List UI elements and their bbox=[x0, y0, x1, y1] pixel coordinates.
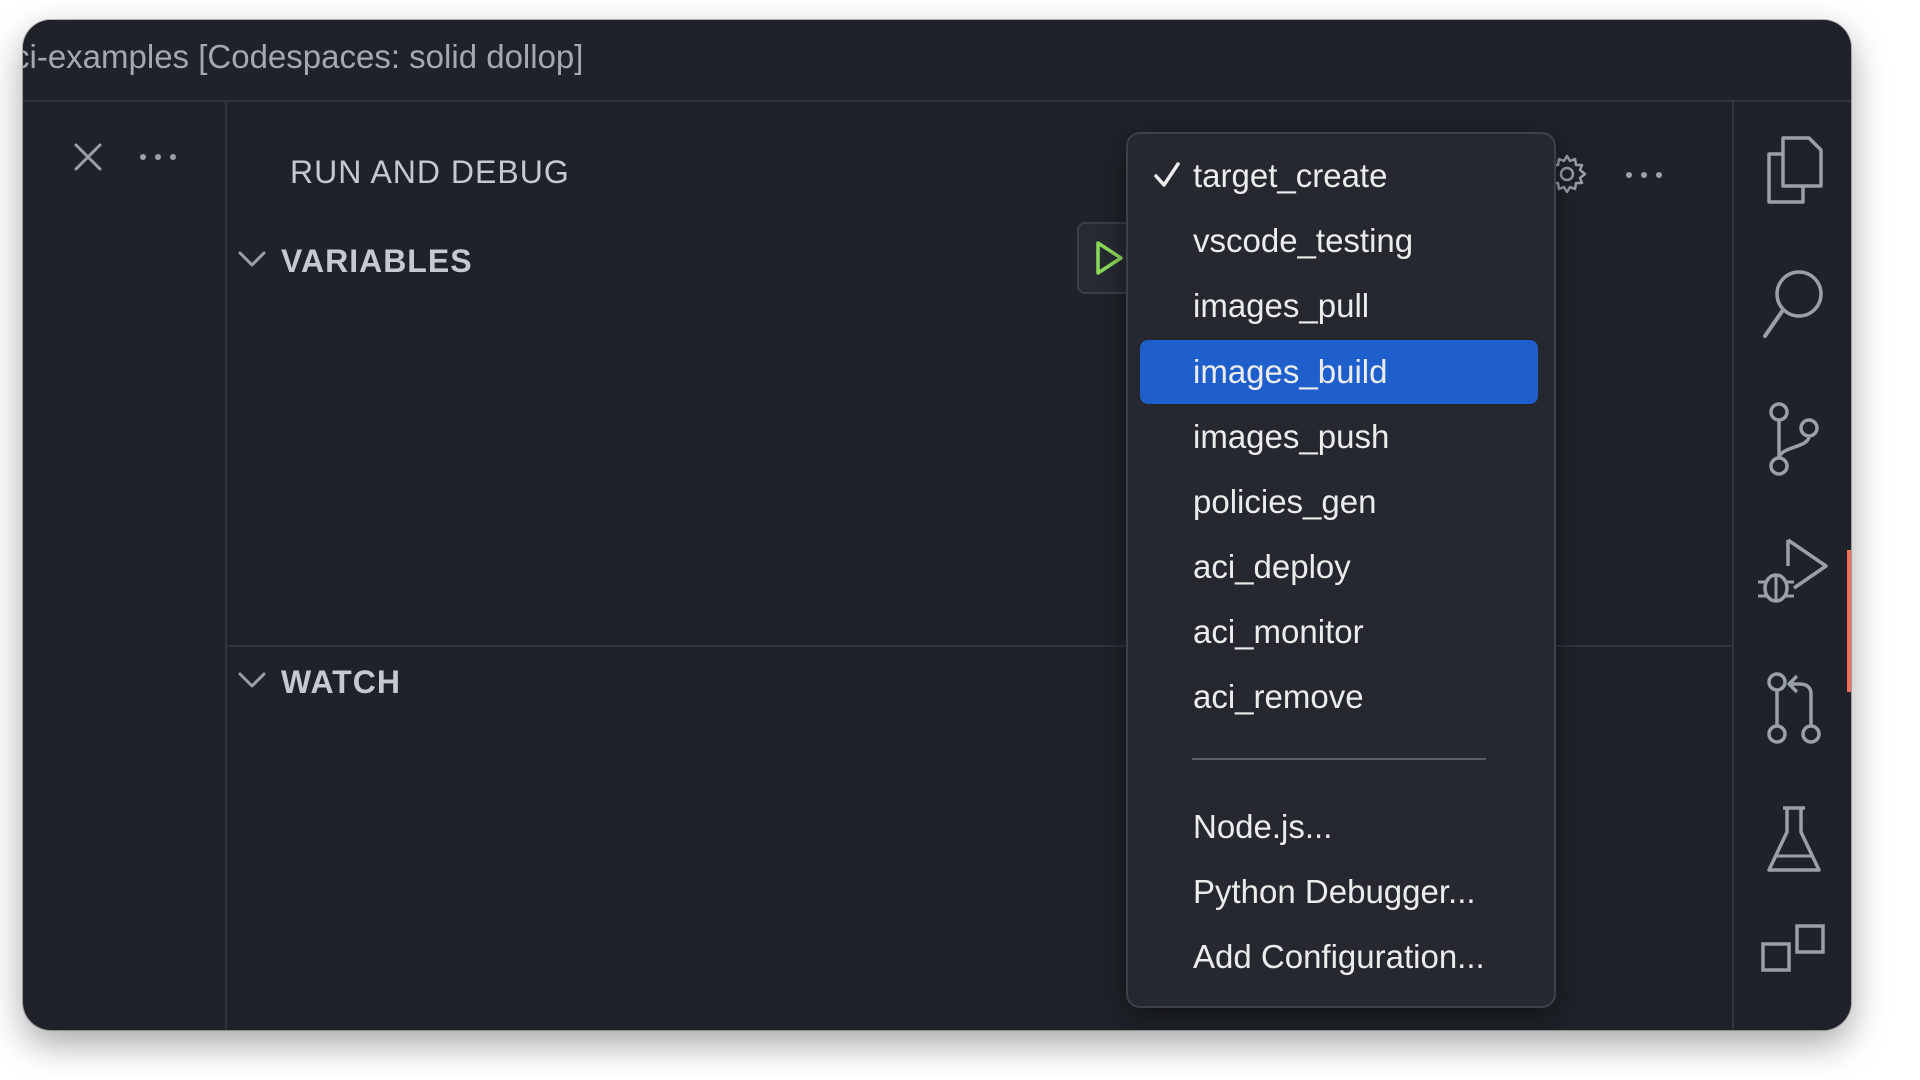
menu-item-add-configuration[interactable]: Add Configuration... bbox=[1140, 925, 1538, 989]
menu-item-label: vscode_testing bbox=[1193, 222, 1414, 259]
section-variables-label: VARIABLES bbox=[281, 242, 473, 279]
side-panel-toolbar bbox=[23, 102, 227, 1030]
menu-item-aci-remove[interactable]: aci_remove bbox=[1140, 665, 1538, 729]
menu-item-label: policies_gen bbox=[1193, 483, 1377, 520]
close-icon[interactable] bbox=[63, 132, 113, 182]
panel-title: RUN AND DEBUG bbox=[290, 154, 570, 190]
vscode-window: ci-examples [Codespaces: solid dollop] R… bbox=[23, 20, 1851, 1030]
chevron-down-icon bbox=[237, 670, 267, 695]
menu-item-label: aci_monitor bbox=[1193, 613, 1364, 650]
menu-item-images-push[interactable]: images_push bbox=[1140, 405, 1538, 469]
menu-item-aci-deploy[interactable]: aci_deploy bbox=[1140, 535, 1538, 599]
menu-item-python-debugger[interactable]: Python Debugger... bbox=[1140, 860, 1538, 924]
title-bar: ci-examples [Codespaces: solid dollop] bbox=[23, 20, 1851, 102]
extensions-icon[interactable] bbox=[1734, 922, 1851, 982]
menu-item-target-create[interactable]: target_create bbox=[1140, 144, 1538, 208]
pull-request-icon[interactable] bbox=[1734, 672, 1851, 748]
menu-item-images-pull[interactable]: images_pull bbox=[1140, 274, 1538, 338]
play-icon bbox=[1096, 241, 1123, 275]
search-icon[interactable] bbox=[1734, 266, 1851, 342]
menu-item-policies-gen[interactable]: policies_gen bbox=[1140, 470, 1538, 534]
menu-item-label: Node.js... bbox=[1193, 808, 1333, 845]
menu-item-label: aci_remove bbox=[1193, 678, 1364, 715]
menu-item-label: images_push bbox=[1193, 418, 1390, 455]
menu-item-label: target_create bbox=[1193, 157, 1388, 194]
more-actions-icon[interactable] bbox=[133, 132, 183, 182]
chevron-down-icon bbox=[237, 249, 267, 274]
menu-item-label: Add Configuration... bbox=[1193, 938, 1485, 975]
testing-icon[interactable] bbox=[1734, 802, 1851, 878]
menu-item-label: aci_deploy bbox=[1193, 548, 1351, 585]
source-control-icon[interactable] bbox=[1734, 402, 1851, 478]
menu-item-nodejs[interactable]: Node.js... bbox=[1140, 795, 1538, 859]
activity-bar bbox=[1732, 102, 1851, 1030]
section-variables-header[interactable]: VARIABLES bbox=[237, 236, 473, 286]
section-watch-header[interactable]: WATCH bbox=[237, 657, 401, 707]
menu-separator bbox=[1192, 758, 1486, 760]
section-watch-label: WATCH bbox=[281, 663, 401, 700]
menu-item-vscode-testing[interactable]: vscode_testing bbox=[1140, 209, 1538, 273]
checkmark-icon bbox=[1154, 162, 1180, 187]
menu-item-images-build[interactable]: images_build bbox=[1140, 340, 1538, 404]
debug-configuration-menu: target_create vscode_testing images_pull… bbox=[1126, 132, 1556, 1008]
menu-item-aci-monitor[interactable]: aci_monitor bbox=[1140, 600, 1538, 664]
window-title: ci-examples [Codespaces: solid dollop] bbox=[23, 38, 584, 75]
active-view-indicator bbox=[1847, 550, 1851, 692]
menu-item-label: Python Debugger... bbox=[1193, 873, 1476, 910]
menu-item-label: images_build bbox=[1193, 353, 1388, 390]
files-icon[interactable] bbox=[1734, 132, 1851, 208]
run-debug-icon[interactable] bbox=[1734, 532, 1851, 612]
more-actions-icon[interactable] bbox=[1619, 150, 1669, 200]
menu-item-label: images_pull bbox=[1193, 287, 1370, 324]
